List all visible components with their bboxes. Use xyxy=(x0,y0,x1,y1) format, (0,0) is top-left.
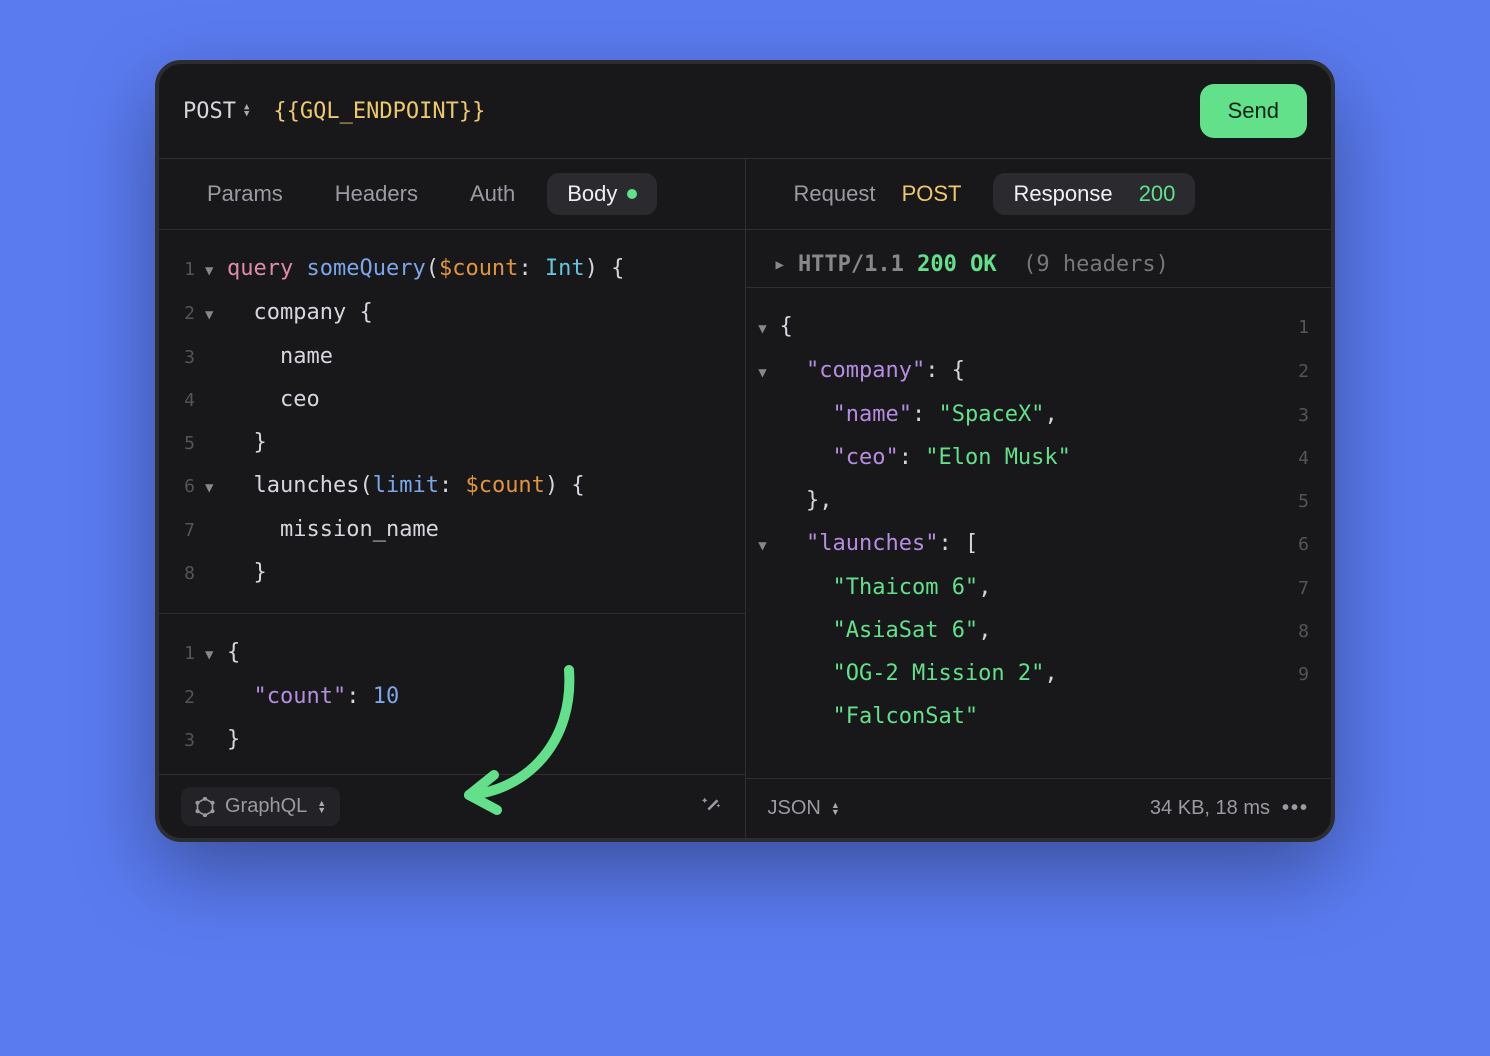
updown-icon: ▲▼ xyxy=(317,800,326,814)
tab-auth[interactable]: Auth xyxy=(450,173,535,215)
response-format-label: JSON xyxy=(768,797,821,820)
tab-response-view[interactable]: Response 200 xyxy=(993,173,1195,215)
response-status-line[interactable]: ▶ HTTP/1.1 200 OK (9 headers) xyxy=(746,230,1332,288)
request-tabs: Params Headers Auth Body xyxy=(159,159,745,230)
request-footer: GraphQL ▲▼ xyxy=(159,774,745,838)
request-topbar: POST ▲▼ {{GQL_ENDPOINT}} Send xyxy=(159,64,1331,158)
response-status: 200 OK xyxy=(917,252,996,277)
tab-params[interactable]: Params xyxy=(187,173,303,215)
response-stats: 34 KB, 18 ms xyxy=(1150,797,1270,820)
response-tabs: Request POST Response 200 xyxy=(746,159,1332,230)
active-dot-icon xyxy=(627,189,637,199)
body-type-label: GraphQL xyxy=(225,795,307,818)
response-format-select[interactable]: JSON ▲▼ xyxy=(768,797,840,820)
tab-response-label: Response xyxy=(1013,181,1112,207)
updown-icon: ▲▼ xyxy=(831,802,840,816)
tab-headers[interactable]: Headers xyxy=(315,173,438,215)
response-footer: JSON ▲▼ 34 KB, 18 ms ••• xyxy=(746,778,1332,838)
http-method-select[interactable]: POST ▲▼ xyxy=(183,99,249,124)
response-headers-count: (9 headers) xyxy=(1023,252,1169,277)
tab-body[interactable]: Body xyxy=(547,173,657,215)
response-protocol: HTTP/1.1 xyxy=(798,252,904,277)
url-input[interactable]: {{GQL_ENDPOINT}} xyxy=(273,99,1175,124)
split-panes: Params Headers Auth Body 1▼query someQue… xyxy=(159,158,1331,838)
body-editor-wrap: 1▼query someQuery($count: Int) { 2▼ comp… xyxy=(159,230,745,774)
api-client-window: POST ▲▼ {{GQL_ENDPOINT}} Send Params Hea… xyxy=(155,60,1335,842)
graphql-icon xyxy=(195,797,215,817)
updown-icon: ▲▼ xyxy=(244,104,249,118)
response-pane: Request POST Response 200 ▶ HTTP/1.1 200… xyxy=(746,159,1332,838)
response-json-viewer[interactable]: ▼{1 ▼ "company": {2 "name": "SpaceX",3 "… xyxy=(746,288,1332,778)
tab-request-label: Request xyxy=(794,181,876,207)
body-type-select[interactable]: GraphQL ▲▼ xyxy=(181,787,340,826)
more-menu-icon[interactable]: ••• xyxy=(1282,797,1309,820)
magic-wand-icon[interactable] xyxy=(701,793,723,821)
graphql-variables-editor[interactable]: 1▼{ 2 "count": 10 3} xyxy=(159,614,745,774)
tab-body-label: Body xyxy=(567,181,617,207)
http-method-value: POST xyxy=(183,99,236,124)
tab-request-view[interactable]: Request POST xyxy=(774,173,982,215)
send-button[interactable]: Send xyxy=(1200,84,1307,138)
graphql-query-editor[interactable]: 1▼query someQuery($count: Int) { 2▼ comp… xyxy=(159,230,745,614)
tab-request-method: POST xyxy=(902,181,962,207)
tab-response-code: 200 xyxy=(1139,181,1176,207)
request-pane: Params Headers Auth Body 1▼query someQue… xyxy=(159,159,746,838)
expand-triangle-icon: ▶ xyxy=(776,257,784,273)
